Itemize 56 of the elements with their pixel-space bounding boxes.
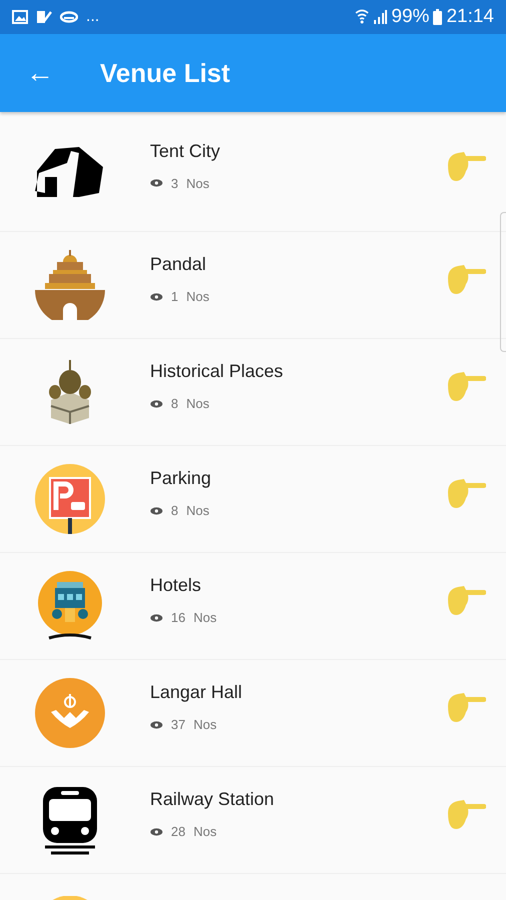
battery-icon bbox=[433, 9, 442, 25]
eye-icon bbox=[150, 720, 163, 728]
venue-count: 8 bbox=[171, 503, 178, 518]
venue-item[interactable]: Hotels 16 Nos bbox=[0, 553, 506, 660]
venue-count: 1 bbox=[171, 289, 178, 304]
hands-icon bbox=[35, 678, 105, 748]
eye-icon bbox=[150, 292, 163, 300]
pointing-hand-icon bbox=[446, 692, 486, 724]
clock: 21:14 bbox=[446, 6, 494, 28]
pointing-hand-icon bbox=[446, 150, 486, 182]
venue-name: Pandal bbox=[150, 254, 208, 275]
pointing-hand-icon bbox=[446, 585, 486, 617]
hotel-icon bbox=[35, 570, 105, 642]
count-unit: Nos bbox=[193, 610, 217, 625]
parking-icon bbox=[35, 464, 105, 534]
more-notifications: ... bbox=[86, 8, 100, 26]
venue-count: 3 bbox=[171, 176, 178, 190]
venue-item[interactable]: Langar Hall 37 Nos bbox=[0, 660, 506, 767]
gallery-icon bbox=[12, 10, 28, 24]
venue-item[interactable]: Pandal 1 Nos bbox=[0, 232, 506, 339]
wifi-icon bbox=[355, 9, 370, 25]
venue-count: 28 bbox=[171, 824, 186, 839]
venue-name: Railway Station bbox=[150, 789, 276, 810]
app-icon bbox=[60, 11, 78, 23]
train-icon bbox=[41, 785, 99, 855]
venue-item[interactable]: Railway Station 28 Nos bbox=[0, 767, 506, 874]
eye-icon bbox=[150, 179, 163, 187]
pointing-hand-icon bbox=[446, 799, 486, 831]
eye-icon bbox=[150, 506, 163, 514]
venue-name: Langar Hall bbox=[150, 682, 244, 703]
venue-item[interactable]: Historical Places 8 Nos bbox=[0, 339, 506, 446]
eye-icon bbox=[150, 614, 163, 622]
signal-icon bbox=[373, 10, 388, 24]
eye-icon bbox=[150, 400, 163, 408]
pointing-hand-icon bbox=[446, 478, 486, 510]
venue-item[interactable]: Parking 8 Nos bbox=[0, 446, 506, 553]
venue-count: 37 bbox=[171, 717, 186, 732]
venue-count: 8 bbox=[171, 396, 178, 411]
count-unit: Nos bbox=[193, 824, 217, 839]
pointing-hand-icon bbox=[446, 371, 486, 403]
count-unit: Nos bbox=[193, 717, 217, 732]
count-unit: Nos bbox=[186, 396, 210, 411]
venue-name: Hotels bbox=[150, 575, 202, 596]
venue-name: Historical Places bbox=[150, 361, 284, 382]
count-unit: Nos bbox=[186, 503, 210, 518]
venue-name: Parking bbox=[150, 468, 212, 489]
venue-item[interactable]: Tent City 3 Nos bbox=[0, 112, 506, 232]
eye-icon bbox=[150, 828, 163, 836]
screen-title: Venue List bbox=[100, 58, 230, 88]
temple-icon bbox=[35, 250, 105, 320]
pointing-hand-icon bbox=[446, 264, 486, 296]
venue-count: 16 bbox=[171, 610, 186, 625]
venue-name: Tent City bbox=[150, 140, 222, 162]
battery-percent: 99% bbox=[391, 6, 430, 28]
count-unit: Nos bbox=[186, 289, 210, 304]
count-unit: Nos bbox=[186, 176, 210, 190]
